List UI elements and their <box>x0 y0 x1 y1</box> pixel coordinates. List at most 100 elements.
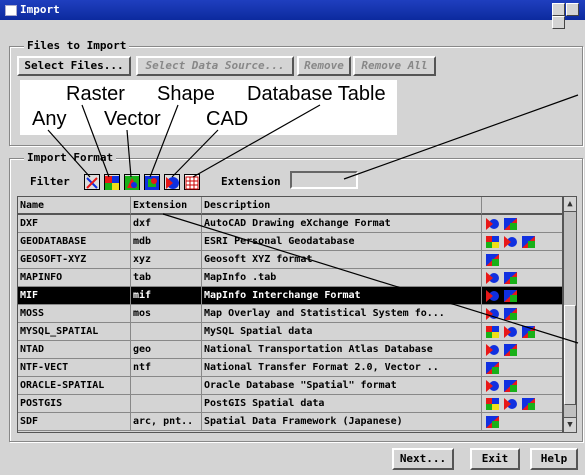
format-type-icons-cell <box>482 215 562 233</box>
shape-icon <box>504 272 517 284</box>
remove-all-button[interactable]: Remove All <box>353 56 436 76</box>
shape-icon <box>486 362 499 374</box>
table-row[interactable]: GEODATABASE mdb ESRI Personal Geodatabase <box>18 233 562 251</box>
format-name-cell: NTAD <box>18 341 131 359</box>
table-row[interactable]: DXF dxf AutoCAD Drawing eXchange Format <box>18 215 562 233</box>
scroll-up-icon[interactable]: ▲ <box>564 197 576 212</box>
help-button[interactable]: Help <box>530 448 578 470</box>
table-row[interactable]: GEOSOFT-XYZ xyz Geosoft XYZ format <box>18 251 562 269</box>
table-row[interactable]: ORACLE-SPATIAL Oracle Database "Spatial" … <box>18 377 562 395</box>
format-table: Name Extension Description DXF dxf AutoCAD… <box>17 196 563 433</box>
format-description-cell: Map Overlay and Statistical System fo... <box>202 305 482 323</box>
format-description-cell: Geosoft XYZ format <box>202 251 482 269</box>
shape-icon <box>522 236 535 248</box>
callout-shape: Shape <box>157 83 215 105</box>
vector-icon <box>486 290 499 302</box>
import-window: Import Files to Import Select Files... S… <box>0 0 585 475</box>
exit-button[interactable]: Exit <box>470 448 520 470</box>
close-icon[interactable] <box>552 16 565 29</box>
format-name-cell: DXF <box>18 215 131 233</box>
scroll-down-icon[interactable]: ▼ <box>564 417 576 432</box>
format-extension-cell: ntf <box>131 359 202 377</box>
table-row[interactable]: MAPINFO tab MapInfo .tab <box>18 269 562 287</box>
format-type-icons-cell <box>482 251 562 269</box>
callout-any: Any <box>32 108 67 130</box>
raster-icon <box>486 236 499 248</box>
format-extension-cell: mif <box>131 287 202 305</box>
next-button[interactable]: Next... <box>392 448 454 470</box>
table-row[interactable]: MIF mif MapInfo Interchange Format <box>18 287 562 305</box>
raster-icon <box>486 326 499 338</box>
column-header-extension[interactable]: Extension <box>131 197 202 215</box>
format-type-icons-cell <box>482 305 562 323</box>
callout-cad: CAD <box>206 108 249 130</box>
vector-icon <box>486 218 499 230</box>
format-type-icons-cell <box>482 287 562 305</box>
callout-raster: Raster <box>66 83 125 105</box>
filter-vector-button[interactable] <box>124 174 140 190</box>
extension-label: Extension <box>221 175 281 188</box>
table-header-row: Name Extension Description <box>18 197 562 215</box>
format-type-icons-cell <box>482 395 562 413</box>
filter-any-button[interactable] <box>84 174 100 190</box>
select-data-source-button[interactable]: Select Data Source... <box>136 56 294 76</box>
vector-icon <box>125 176 139 190</box>
filter-database-table-button[interactable] <box>184 174 200 190</box>
column-header-description[interactable]: Description <box>202 197 482 215</box>
filter-cad-button[interactable] <box>164 174 180 190</box>
format-type-icons-cell <box>482 341 562 359</box>
format-extension-cell: arc, pnt.. <box>131 413 202 431</box>
format-name-cell: MOSS <box>18 305 131 323</box>
format-type-icons-cell <box>482 377 562 395</box>
vector-icon <box>504 326 517 338</box>
files-group-legend: Files to Import <box>24 39 130 52</box>
format-group-legend: Import Format <box>24 151 117 164</box>
shape-icon <box>522 398 535 410</box>
shape-icon <box>486 254 499 266</box>
filter-shape-button[interactable] <box>144 174 160 190</box>
format-description-cell: MapInfo Interchange Format <box>202 287 482 305</box>
callout-vector: Vector <box>104 108 161 130</box>
vector-icon <box>486 272 499 284</box>
format-extension-cell: mdb <box>131 233 202 251</box>
column-header-name[interactable]: Name <box>18 197 131 215</box>
format-name-cell: MAPINFO <box>18 269 131 287</box>
table-row[interactable]: MOSS mos Map Overlay and Statistical Syste… <box>18 305 562 323</box>
maximize-icon[interactable] <box>566 3 579 16</box>
table-row[interactable]: SDF arc, pnt.. Spatial Data Framework (Jap… <box>18 413 562 431</box>
format-description-cell: AutoCAD Drawing eXchange Format <box>202 215 482 233</box>
database-table-icon <box>185 176 199 190</box>
filter-raster-button[interactable] <box>104 174 120 190</box>
any-icon <box>86 177 98 189</box>
format-description-cell: ESRI Personal Geodatabase <box>202 233 482 251</box>
extension-input[interactable] <box>290 171 358 189</box>
table-scrollbar[interactable]: ▲ ▼ <box>563 196 577 433</box>
remove-button[interactable]: Remove <box>297 56 351 76</box>
format-extension-cell: dxf <box>131 215 202 233</box>
shape-icon <box>522 326 535 338</box>
format-name-cell: ORACLE-SPATIAL <box>18 377 131 395</box>
table-row[interactable]: POSTGIS PostGIS Spatial data <box>18 395 562 413</box>
shape-icon <box>504 308 517 320</box>
table-row[interactable]: NTAD geo National Transportation Atlas Dat… <box>18 341 562 359</box>
cad-icon <box>166 177 179 189</box>
callout-database-table: Database Table <box>247 83 386 105</box>
table-row[interactable]: MYSQL_SPATIAL MySQL Spatial data <box>18 323 562 341</box>
shape-icon <box>504 290 517 302</box>
scroll-thumb[interactable] <box>564 305 576 405</box>
filter-callout: Raster Shape Database Table Any Vector C… <box>20 80 397 135</box>
vector-icon <box>504 398 517 410</box>
column-header-icons <box>482 197 562 215</box>
format-type-icons-cell <box>482 323 562 341</box>
minimize-icon[interactable] <box>552 3 565 16</box>
title-bar[interactable]: Import <box>0 0 585 29</box>
table-row[interactable]: NTF-VECT ntf National Transfer Format 2.0,… <box>18 359 562 377</box>
select-files-button[interactable]: Select Files... <box>17 56 131 76</box>
format-description-cell: MySQL Spatial data <box>202 323 482 341</box>
shape-icon <box>504 344 517 356</box>
format-description-cell: Spatial Data Framework (Japanese) <box>202 413 482 431</box>
vector-icon <box>486 344 499 356</box>
format-extension-cell <box>131 323 202 341</box>
vector-icon <box>486 380 499 392</box>
format-description-cell: National Transfer Format 2.0, Vector .. <box>202 359 482 377</box>
